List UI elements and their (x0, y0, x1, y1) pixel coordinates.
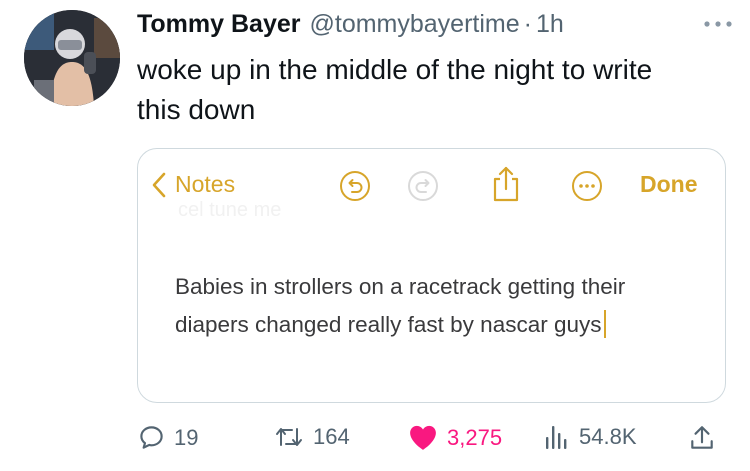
note-body-text: Babies in strollers on a racetrack getti… (175, 274, 626, 337)
retweet-count: 164 (313, 424, 350, 449)
heart-filled-icon (410, 425, 436, 450)
chevron-left-icon (152, 172, 166, 197)
share-icon (493, 166, 519, 202)
like-button[interactable]: 3,275 (408, 424, 502, 451)
reply-count: 19 (174, 424, 199, 450)
undo-icon (340, 171, 370, 201)
note-options-button[interactable] (570, 169, 604, 208)
ellipsis-circle-icon (572, 171, 602, 201)
undo-button[interactable] (338, 169, 372, 208)
separator-dot: · (523, 9, 532, 38)
timestamp[interactable]: 1h (536, 10, 564, 39)
view-count: 54.8K (579, 424, 637, 449)
share-upload-icon (691, 426, 713, 449)
share-note-button[interactable] (490, 165, 522, 208)
redo-icon (408, 171, 438, 201)
more-options-button[interactable] (698, 12, 738, 36)
faded-note-title: cel tune me (178, 199, 282, 221)
tweet-header: Tommy Bayer @tommybayertime · 1h (137, 6, 564, 42)
notes-back-label: Notes (175, 171, 236, 197)
retweet-button[interactable]: 164 (274, 424, 350, 450)
author-name[interactable]: Tommy Bayer (137, 10, 301, 39)
tweet-text: woke up in the middle of the night to wr… (137, 54, 653, 125)
note-body: Babies in strollers on a racetrack getti… (175, 268, 695, 344)
reply-button[interactable]: 19 (138, 424, 198, 451)
avatar-image (24, 10, 120, 106)
tweet-actions: 19 164 3,275 54.8K (0, 412, 750, 462)
share-button[interactable] (689, 424, 715, 452)
more-dots-icon (704, 21, 732, 27)
text-cursor (603, 310, 606, 338)
media-image[interactable]: Notes Done cel tune me Babies in strolle… (137, 148, 726, 403)
avatar[interactable] (24, 10, 120, 106)
author-handle[interactable]: @tommybayertime (310, 10, 520, 39)
done-button[interactable]: Done (640, 171, 698, 198)
redo-button[interactable] (406, 169, 440, 208)
notes-back-button[interactable]: Notes (151, 171, 235, 198)
analytics-bars-icon (546, 426, 567, 449)
retweet-icon (276, 428, 302, 446)
views-button[interactable]: 54.8K (544, 424, 637, 450)
reply-icon (140, 426, 163, 449)
like-count: 3,275 (447, 424, 503, 450)
